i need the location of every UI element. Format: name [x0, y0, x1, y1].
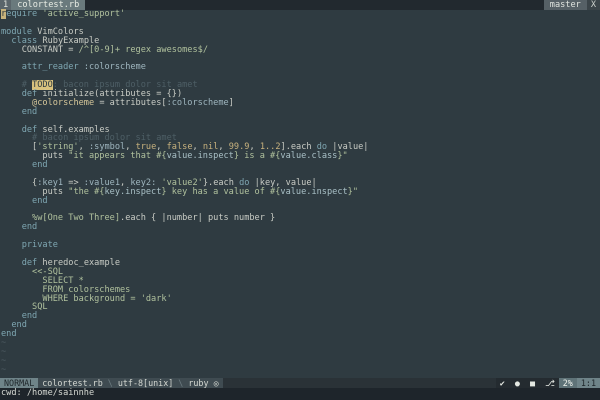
empty-line-marker: ~: [1, 364, 7, 375]
code-line[interactable]: [0, 232, 600, 241]
code-line[interactable]: def heredoc_example: [0, 258, 600, 268]
command-line[interactable]: cwd: /home/sainnhe: [0, 388, 600, 400]
close-tab-button[interactable]: X: [586, 0, 600, 10]
dot-icon: ●: [514, 378, 520, 388]
code-line[interactable]: @colorscheme = attributes[:colorscheme]: [0, 98, 600, 108]
code-line[interactable]: end: [0, 312, 600, 321]
code-line[interactable]: attr_reader :colorscheme: [0, 63, 600, 72]
code-line[interactable]: end: [0, 196, 600, 206]
ruby-icon: ◎: [213, 378, 219, 388]
code-line[interactable]: CONSTANT = /^[0-9]+ regex awesomes$/: [0, 45, 600, 55]
empty-line-marker: ~: [1, 355, 7, 366]
separator: \: [106, 378, 114, 388]
statusline: NORMAL colortest.rb \ utf-8[unix] \ ruby…: [0, 378, 600, 388]
code-line[interactable]: end: [0, 107, 600, 117]
code-line[interactable]: WHERE background = 'dark': [0, 294, 600, 304]
scroll-percent: 2%: [558, 378, 577, 388]
code-line[interactable]: <<-SQL: [0, 267, 600, 277]
git-icon: ⎇: [545, 378, 555, 388]
code-line[interactable]: [0, 19, 600, 28]
code-line[interactable]: end: [0, 330, 600, 339]
code-line[interactable]: require 'active_support': [0, 9, 600, 19]
file-type: ruby ◎: [184, 378, 223, 388]
code-line[interactable]: end: [0, 161, 600, 170]
code-line[interactable]: %w[One Two Three].each { |number| puts n…: [0, 214, 600, 223]
separator: \: [177, 378, 185, 388]
mode-indicator: NORMAL: [0, 378, 39, 388]
empty-line-marker: ~: [1, 346, 7, 357]
code-line[interactable]: puts "the #{key.inspect} key has a value…: [0, 187, 600, 197]
statusline-filename: colortest.rb: [38, 378, 107, 388]
empty-line-marker: ~: [1, 337, 7, 348]
code-line[interactable]: private: [0, 241, 600, 250]
statusline-icons: ✔ ● ■ ⎇: [495, 378, 559, 388]
empty-buffer-lines: ~ ~ ~ ~: [0, 339, 600, 375]
cursor-position: 1:1: [576, 378, 600, 388]
check-icon: ✔: [499, 378, 505, 388]
file-encoding: utf-8[unix]: [113, 378, 178, 388]
git-branch-indicator: master: [543, 0, 587, 10]
filetype-label: ruby: [188, 378, 209, 388]
code-line[interactable]: SQL: [0, 303, 600, 312]
code-line[interactable]: puts "it appears that #{value.inspect} i…: [0, 152, 600, 161]
square-icon: ■: [529, 378, 536, 388]
code-line[interactable]: end: [0, 223, 600, 232]
editor-buffer[interactable]: require 'active_support' module VimColor…: [0, 9, 600, 378]
code-line[interactable]: end: [0, 321, 600, 330]
